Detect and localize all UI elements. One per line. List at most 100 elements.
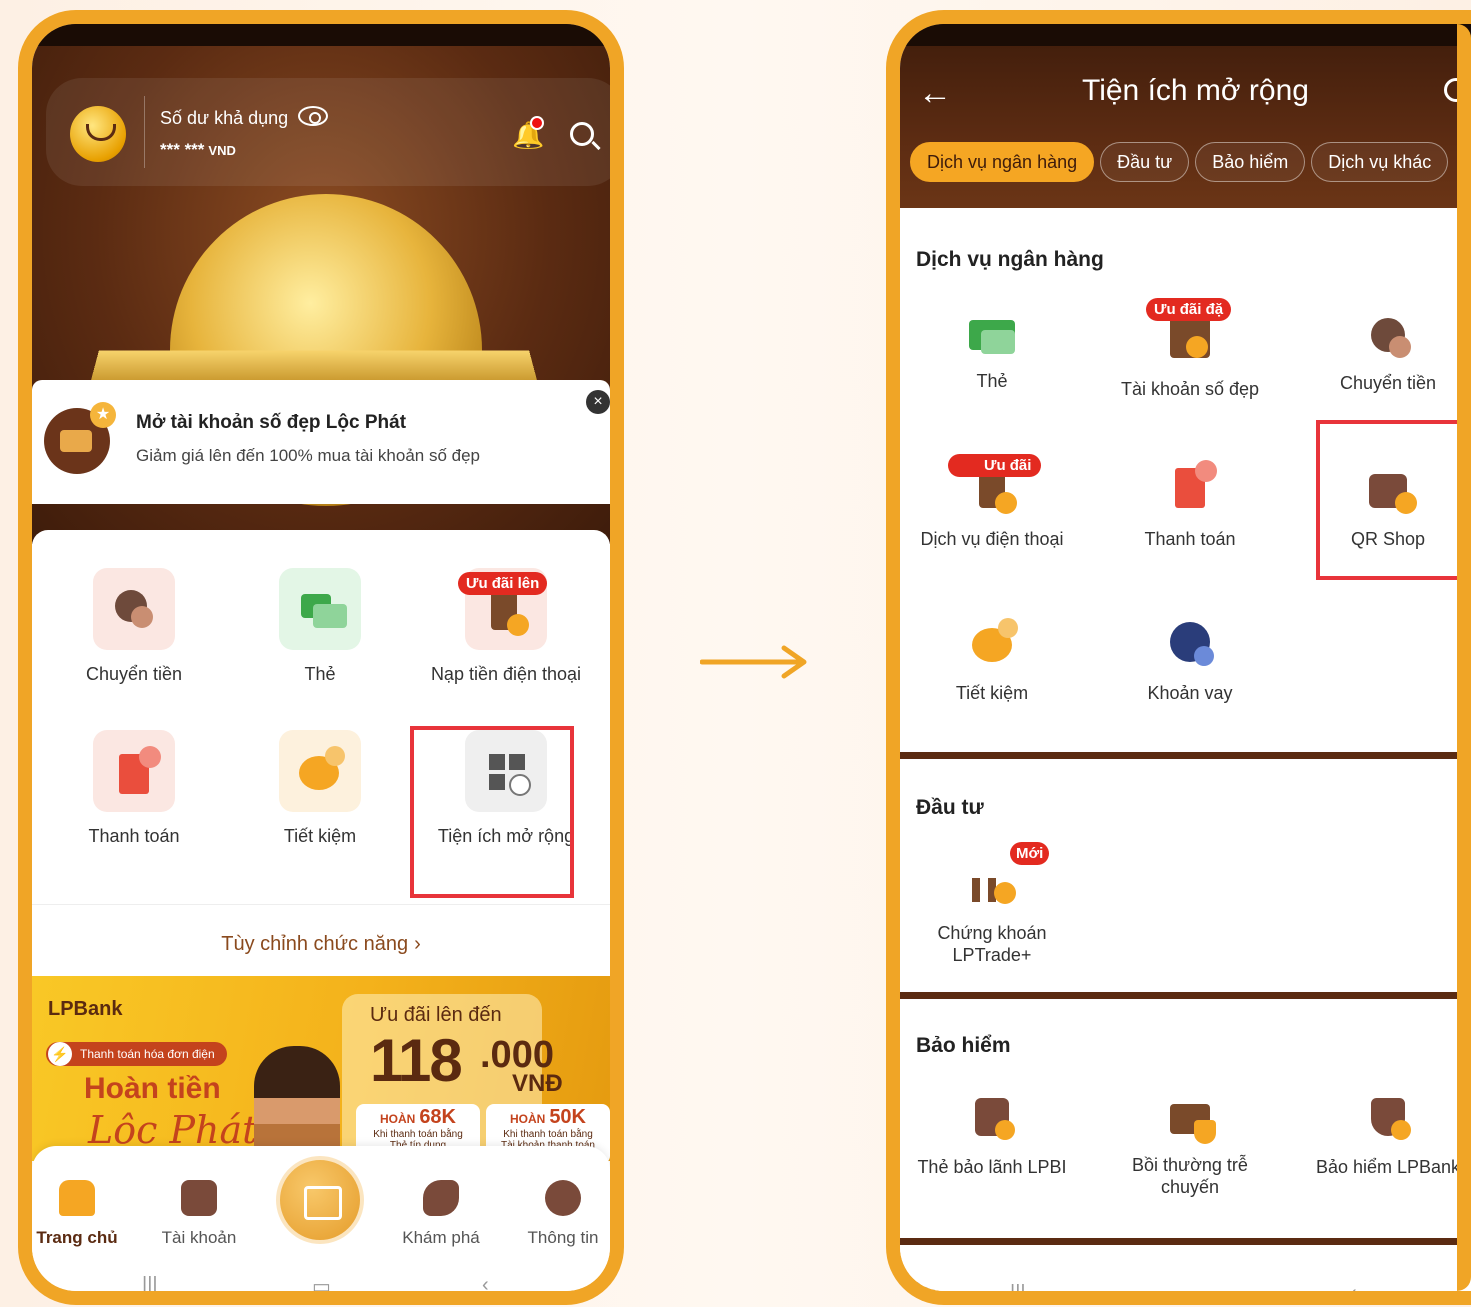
nav-label: Tài khoản	[161, 1228, 237, 1247]
star-icon: ★	[90, 402, 116, 428]
home-nav-icon[interactable]: ▭	[1180, 1282, 1199, 1291]
bill-icon	[1175, 460, 1217, 508]
item-label: Bồi thường trễ chuyến	[1132, 1155, 1248, 1197]
explore-icon	[423, 1180, 459, 1216]
item-khoan-vay[interactable]: Khoản vay	[1092, 622, 1288, 704]
item-tiet-kiem[interactable]: Tiết kiệm	[900, 618, 1090, 704]
func-label: Thanh toán	[88, 826, 180, 846]
status-bar	[900, 24, 1471, 46]
card1-value: 68K	[419, 1106, 457, 1128]
item-label: Khoản vay	[1147, 683, 1233, 703]
card2-line1: Khi thanh toán bằng	[503, 1129, 593, 1140]
promo-badge: Ưu đãi lên	[458, 572, 548, 595]
func-label: Chuyển tiền	[85, 664, 183, 684]
card-icon	[969, 320, 1015, 354]
func-thanh-toan[interactable]: Thanh toán	[44, 730, 224, 847]
promo-title: Mở tài khoản số đẹp Lộc Phát	[136, 412, 407, 433]
system-nav-bar: ||| ▭ ‹	[32, 1266, 610, 1291]
banner-brand: LPBank	[48, 998, 123, 1020]
card1-line1: Khi thanh toán bằng	[373, 1129, 463, 1140]
item-chung-khoan[interactable]: Mới Chứng khoán LPTrade+	[900, 842, 1090, 966]
card2-value: 50K	[549, 1106, 587, 1128]
tab-dau-tu[interactable]: Đầu tư	[1100, 142, 1190, 182]
recent-apps-icon[interactable]: |||	[1010, 1282, 1026, 1291]
phone-topup-icon	[491, 590, 529, 636]
recent-apps-icon[interactable]: |||	[142, 1274, 158, 1291]
nav-kham-pha[interactable]: Khám phá	[386, 1180, 496, 1248]
balance-value: *** *** VND	[160, 140, 236, 160]
highlight-box	[1316, 420, 1471, 580]
nav-thong-tin[interactable]: Thông tin	[508, 1180, 610, 1248]
func-the[interactable]: Thẻ	[230, 568, 410, 685]
customize-functions-link[interactable]: Tùy chỉnh chức năng ›	[32, 904, 610, 964]
func-label: Nạp tiền điện thoại	[430, 664, 582, 684]
nav-trang-chu[interactable]: Trang chủ	[32, 1180, 132, 1248]
section-divider	[900, 992, 1471, 999]
banner-pill: Thanh toán hóa đơn điện	[46, 1042, 227, 1066]
item-dich-vu-dien-thoai[interactable]: Ưu đãi Dịch vụ điện thoại	[900, 454, 1090, 550]
scan-qr-button[interactable]	[276, 1156, 364, 1244]
page-title: Tiện ích mở rộng	[1082, 74, 1309, 107]
func-chuyen-tien[interactable]: Chuyển tiền	[44, 568, 224, 685]
home-screen-phone: Số dư khả dụng *** *** VND 🔔 ★ Mở tài kho…	[18, 10, 624, 1305]
item-chuyen-tien[interactable]: Chuyển tiền	[1290, 312, 1471, 394]
balance-amount: *** ***	[160, 140, 205, 159]
item-tai-khoan-so-dep[interactable]: Ưu đãi đặ Tài khoản số đẹp	[1092, 298, 1288, 400]
status-bar	[32, 24, 610, 46]
item-label: Tiết kiệm	[955, 683, 1029, 703]
item-the[interactable]: Thẻ	[900, 312, 1090, 392]
func-label: Tiết kiệm	[283, 826, 357, 846]
tab-dich-vu-ngan-hang[interactable]: Dịch vụ ngân hàng	[910, 142, 1095, 182]
close-icon[interactable]: ×	[586, 390, 610, 414]
home-icon	[59, 1180, 95, 1216]
transfer-icon	[1371, 318, 1411, 358]
tab-dich-vu-khac[interactable]: Dịch vụ khác	[1311, 142, 1449, 182]
nav-label: Thông tin	[527, 1228, 599, 1247]
nav-label: Trang chủ	[36, 1228, 118, 1247]
item-label: Bảo hiểm LPBank	[1315, 1157, 1461, 1177]
item-boi-thuong-tre-chuyen[interactable]: Bồi thường trễ chuyến	[1092, 1098, 1288, 1198]
item-bao-hiem-lpbank[interactable]: Bảo hiểm LPBank	[1290, 1098, 1471, 1178]
banner-currency: VNĐ	[512, 1070, 563, 1097]
item-label: Thẻ	[976, 371, 1008, 391]
eye-icon[interactable]	[298, 106, 328, 126]
shield-icon	[1371, 1098, 1411, 1140]
header: ← Tiện ích mở rộng Dịch vụ ngân hàng Đầu …	[900, 24, 1471, 208]
back-nav-icon[interactable]: ‹	[482, 1274, 489, 1291]
back-nav-icon[interactable]: ‹	[1350, 1282, 1357, 1291]
balance-card: Số dư khả dụng *** *** VND 🔔	[46, 78, 610, 186]
promo-card[interactable]: ★ Mở tài khoản số đẹp Lộc Phát Giảm giá …	[32, 380, 610, 504]
func-nap-tien-dien-thoai[interactable]: Ưu đãi lên Nạp tiền điện thoại	[416, 568, 596, 685]
bolt-icon: ⚡	[48, 1042, 72, 1066]
banner-uu-dai: Ưu đãi lên đến	[370, 1004, 502, 1026]
banner-person-image	[254, 1046, 340, 1161]
transfer-icon-box	[93, 568, 175, 650]
profile-icon	[545, 1180, 581, 1216]
card2-prefix: HOÀN	[509, 1112, 546, 1126]
nav-tai-khoan[interactable]: Tài khoản	[144, 1180, 254, 1248]
card-icon-box	[279, 568, 361, 650]
item-label: Thẻ bảo lãnh LPBI	[917, 1157, 1067, 1177]
search-icon[interactable]	[1444, 78, 1468, 102]
new-badge: Mới	[1010, 842, 1050, 865]
section-title-insurance: Bảo hiểm	[916, 1034, 1011, 1057]
item-label: Dịch vụ điện thoại	[920, 529, 1064, 549]
func-tiet-kiem[interactable]: Tiết kiệm	[230, 730, 410, 847]
func-label: Thẻ	[304, 664, 336, 684]
card1-prefix: HOÀN	[379, 1112, 416, 1126]
tab-bao-hiem[interactable]: Bảo hiểm	[1195, 142, 1306, 182]
wallet-icon	[181, 1180, 217, 1216]
arrow-right-icon	[700, 645, 807, 679]
home-nav-icon[interactable]: ▭	[312, 1274, 331, 1291]
promo-banner[interactable]: LPBank ⚡ Thanh toán hóa đơn điện Hoàn ti…	[32, 976, 610, 1161]
item-label: Chứng khoán LPTrade+	[937, 923, 1047, 965]
balance-label: Số dư khả dụng	[160, 108, 289, 128]
item-label: Thanh toán	[1144, 529, 1236, 549]
notification-dot	[530, 116, 544, 130]
content-area: Dịch vụ ngân hàng Thẻ Ưu đãi đặ Tài khoả…	[900, 208, 1471, 1291]
item-the-bao-lanh[interactable]: Thẻ bảo lãnh LPBI	[900, 1098, 1090, 1178]
loan-icon	[1170, 622, 1214, 666]
extended-utilities-phone: ← Tiện ích mở rộng Dịch vụ ngân hàng Đầu …	[886, 10, 1471, 1305]
search-icon[interactable]	[570, 122, 594, 146]
item-thanh-toan[interactable]: Thanh toán	[1092, 460, 1288, 550]
